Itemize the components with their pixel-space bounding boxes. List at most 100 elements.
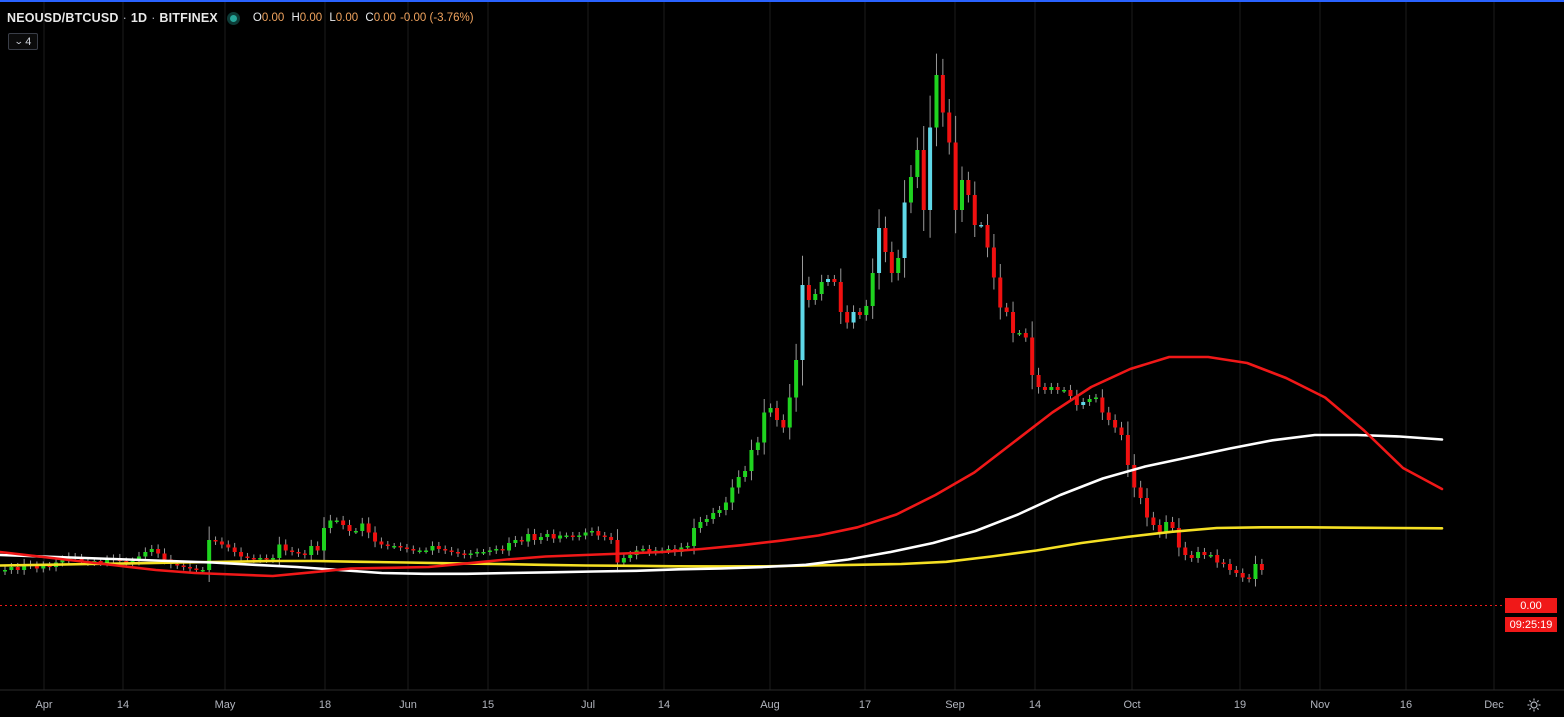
close-key: C [365, 12, 374, 24]
candle-body [1068, 390, 1073, 396]
candle-body [538, 537, 543, 540]
candle [373, 526, 378, 548]
candle [443, 545, 448, 554]
open-value: 0.00 [261, 12, 285, 24]
symbol-name[interactable]: NEOUSD/BTCUSD [7, 11, 119, 25]
candle [717, 505, 722, 517]
candle-body [15, 567, 20, 570]
time-axis-label: 16 [1399, 699, 1413, 711]
candle-body [1227, 564, 1232, 570]
candle-body [1055, 387, 1060, 390]
candle-body [717, 510, 722, 513]
separator-dot: · [122, 11, 127, 25]
candle-body [736, 477, 741, 488]
candle [928, 95, 933, 238]
time-axis-label: Apr [35, 699, 53, 711]
active-chart-border [0, 0, 1564, 2]
candlesticks [3, 53, 1264, 587]
indicators-collapse-button[interactable]: ⌄ 4 [8, 33, 38, 50]
candle [1125, 421, 1130, 477]
candle-body [704, 519, 709, 522]
candle [583, 528, 588, 540]
candle-body [207, 540, 212, 570]
ma-mid-line[interactable] [0, 433, 1444, 576]
candle-body [1049, 387, 1054, 390]
candle [156, 544, 161, 558]
candle-body [455, 552, 460, 554]
candle-body [845, 312, 850, 323]
chart-area[interactable] [0, 0, 1564, 717]
candle [947, 99, 952, 155]
ohlc-values: O0.00 H0.00 L0.00 C0.00 [253, 12, 400, 24]
time-axis-label: 14 [116, 699, 130, 711]
candle-body [602, 535, 607, 537]
candle-body [366, 523, 371, 533]
candle [1132, 454, 1137, 498]
candle [1247, 573, 1252, 583]
candle [794, 343, 799, 412]
candle [1227, 558, 1232, 575]
low-key: L [329, 12, 336, 24]
candle-body [596, 531, 601, 536]
candle [934, 53, 939, 147]
candle [838, 268, 843, 324]
candle-body [1164, 522, 1169, 533]
candle [755, 436, 760, 456]
candle-body [226, 544, 231, 548]
candle [315, 541, 320, 555]
symbol-legend[interactable]: NEOUSD/BTCUSD · 1D · BITFINEX O0.00 H0.0… [7, 9, 474, 27]
candle [526, 528, 531, 547]
candle-body [188, 567, 193, 569]
candle-body [743, 471, 748, 477]
candle-body [1234, 570, 1239, 573]
candle-body [334, 520, 339, 522]
candle [283, 539, 288, 556]
high-value: 0.00 [299, 12, 323, 24]
candle-body [1247, 577, 1252, 579]
candle-body [1093, 397, 1098, 399]
candle-body [264, 558, 269, 560]
candle [819, 274, 824, 301]
high-key: H [291, 12, 300, 24]
candle-body [934, 75, 939, 128]
candle [1074, 389, 1079, 411]
candle-body [513, 540, 518, 543]
candle [698, 516, 703, 533]
candle [972, 181, 977, 237]
candle [1151, 511, 1156, 531]
candle [1081, 397, 1086, 409]
candle-body [609, 537, 614, 540]
price-chart[interactable] [0, 0, 1564, 717]
candle [232, 542, 237, 557]
candle-body [960, 180, 964, 210]
last-price-tag: 0.00 [1505, 598, 1557, 613]
candle-body [851, 312, 856, 323]
candle-body [1215, 555, 1220, 563]
market-status-icon[interactable] [229, 14, 237, 22]
candle [806, 276, 811, 308]
candle [468, 549, 473, 559]
candle-body [1157, 525, 1162, 533]
candle [845, 305, 850, 329]
candle-body [621, 558, 626, 563]
candle [877, 209, 882, 290]
candle-body [175, 564, 180, 566]
candle [519, 536, 524, 545]
candle-body [570, 535, 575, 537]
candle-body [1240, 573, 1245, 578]
candle-body [787, 397, 792, 428]
candle-body [698, 522, 703, 528]
candle [1011, 301, 1016, 343]
interval-label[interactable]: 1D [131, 11, 147, 25]
candle-body [972, 195, 977, 225]
candle [22, 558, 27, 575]
gear-icon[interactable] [1527, 698, 1541, 712]
candle-body [1004, 307, 1009, 312]
ma-fast-line[interactable] [0, 355, 1444, 578]
candle-body [966, 180, 971, 195]
candle [424, 547, 429, 554]
candle [239, 547, 244, 561]
candle-body [979, 225, 984, 227]
candle [711, 507, 716, 524]
candle-body [232, 547, 237, 552]
